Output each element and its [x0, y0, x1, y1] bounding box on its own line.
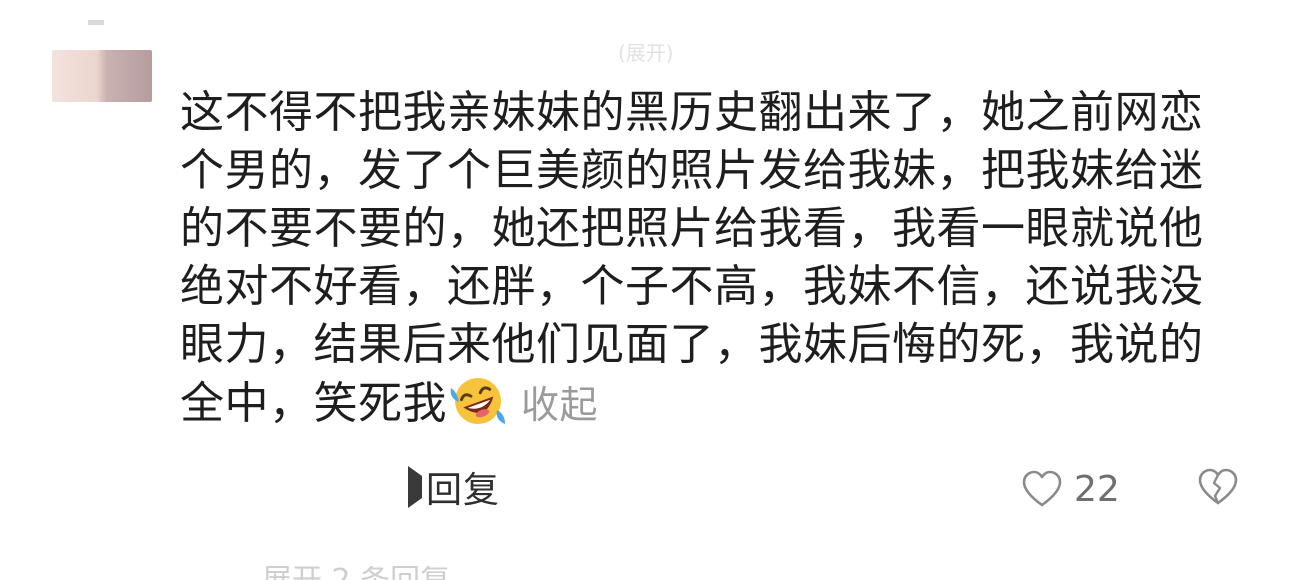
top-faded-text: (展开)	[618, 42, 674, 64]
reply-button[interactable]: 回复	[408, 463, 500, 511]
comment-line-6: 全中，笑死我 收起	[180, 374, 1240, 432]
comment-text: 这不得不把我亲妹妹的黑历史翻出来了，她之前网恋 个男的，发了个巨美颜的照片发给我…	[180, 84, 1240, 432]
rolling-on-floor-laughing-emoji	[450, 378, 505, 424]
like-button[interactable]: 22	[1022, 466, 1120, 512]
reply-label: 回复	[426, 470, 501, 511]
heart-outline-icon	[1022, 470, 1062, 507]
comment-line-3: 的不要不要的，她还把照片给我看，我看一眼就说他	[180, 203, 1204, 254]
like-count: 22	[1074, 468, 1120, 510]
comment-line-1: 这不得不把我亲妹妹的黑历史翻出来了，她之前网恋	[180, 87, 1204, 138]
collapse-link[interactable]: 收起	[521, 383, 598, 427]
avatar-top-mark	[88, 20, 104, 25]
reply-icon	[408, 466, 422, 508]
comment-line-5: 眼力，结果后来他们见面了，我妹后悔的死，我说的	[180, 319, 1204, 370]
bottom-faded-text[interactable]: 展开 2 条回复	[262, 566, 502, 580]
avatar[interactable]	[52, 50, 152, 102]
comment-line-4: 绝对不好看，还胖，个子不高，我妹不信，还说我没	[180, 261, 1204, 312]
comment-line-2: 个男的，发了个巨美颜的照片发给我妹，把我妹给迷	[180, 145, 1204, 196]
comment-last-line-text: 全中，笑死我	[180, 378, 447, 429]
comment-card: (展开) 这不得不把我亲妹妹的黑历史翻出来了，她之前网恋 个男的，发了个巨美颜的…	[0, 0, 1290, 580]
broken-heart-icon[interactable]	[1198, 468, 1238, 506]
